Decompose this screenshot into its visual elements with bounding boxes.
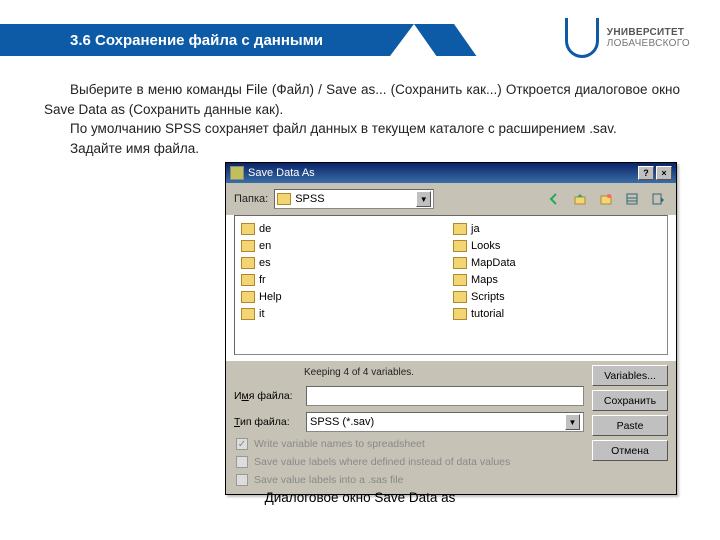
dialog-lower: Keeping 4 of 4 variables. Имя файла: Тип… <box>226 361 676 494</box>
folder-item-label: Maps <box>471 274 498 286</box>
logo-line1: УНИВЕРСИТЕТ <box>607 27 690 38</box>
header-accent-2 <box>414 24 476 56</box>
view-list-button[interactable] <box>622 189 642 209</box>
folder-item-label: en <box>259 240 271 252</box>
checkbox-3-label: Save value labels into a .sas file <box>254 474 403 486</box>
folder-item[interactable]: Looks <box>451 237 663 254</box>
checkbox-1-label: Write variable names to spreadsheet <box>254 438 425 450</box>
body-text: Выберите в меню команды File (Файл) / Sa… <box>44 80 680 158</box>
paste-button[interactable]: Paste <box>592 415 668 436</box>
slide-title: 3.6 Сохранение файла с данными <box>70 32 323 49</box>
help-button[interactable]: ? <box>638 166 654 180</box>
checkbox-row-1: ✓ Write variable names to spreadsheet <box>234 438 584 450</box>
folder-icon <box>453 240 467 252</box>
folder-icon <box>241 257 255 269</box>
save-button[interactable]: Сохранить <box>592 390 668 411</box>
app-icon <box>230 166 244 180</box>
folder-item-label: fr <box>259 274 266 286</box>
folder-icon <box>453 274 467 286</box>
file-col-right: ja Looks MapData Maps Scripts tutorial <box>451 220 663 350</box>
new-folder-button[interactable] <box>596 189 616 209</box>
folder-item-label: Scripts <box>471 291 505 303</box>
folder-item[interactable]: MapData <box>451 254 663 271</box>
checkbox-row-2: Save value labels where defined instead … <box>234 456 584 468</box>
paragraph-1: Выберите в меню команды File (Файл) / Sa… <box>44 80 680 119</box>
filename-input[interactable] <box>306 386 584 406</box>
folder-icon <box>453 308 467 320</box>
folder-icon <box>453 223 467 235</box>
up-folder-button[interactable] <box>570 189 590 209</box>
figure-caption: Диалоговое окно Save Data as <box>0 490 720 505</box>
folder-icon <box>453 257 467 269</box>
folder-item-label: ja <box>471 223 480 235</box>
folder-item-label: es <box>259 257 271 269</box>
folder-label: Папка: <box>234 193 268 205</box>
folder-item-label: MapData <box>471 257 516 269</box>
close-button[interactable]: × <box>656 166 672 180</box>
folder-value: SPSS <box>295 193 324 205</box>
folder-item-label: tutorial <box>471 308 504 320</box>
back-button[interactable] <box>544 189 564 209</box>
keeping-text: Keeping 4 of 4 variables. <box>234 365 584 380</box>
folder-item[interactable]: fr <box>239 271 451 288</box>
folder-icon <box>241 308 255 320</box>
chevron-down-icon[interactable]: ▼ <box>565 414 580 430</box>
folder-item[interactable]: ja <box>451 220 663 237</box>
folder-item[interactable]: en <box>239 237 451 254</box>
folder-toolbar: Папка: SPSS ▼ <box>226 183 676 215</box>
folder-item[interactable]: Help <box>239 288 451 305</box>
checkbox-2 <box>236 456 248 468</box>
checkbox-row-3: Save value labels into a .sas file <box>234 474 584 486</box>
dialog-title: Save Data As <box>248 167 315 179</box>
checkbox-3 <box>236 474 248 486</box>
folder-icon <box>241 274 255 286</box>
cancel-button[interactable]: Отмена <box>592 440 668 461</box>
paragraph-2: По умолчанию SPSS сохраняет файл данных … <box>44 119 680 139</box>
checkbox-2-label: Save value labels where defined instead … <box>254 456 510 468</box>
folder-combo[interactable]: SPSS ▼ <box>274 189 434 209</box>
filename-label: Имя файла: <box>234 390 300 402</box>
file-col-left: de en es fr Help it <box>239 220 451 350</box>
folder-icon <box>241 240 255 252</box>
folder-icon <box>241 291 255 303</box>
save-dialog: Save Data As ? × Папка: SPSS ▼ de en es fr H… <box>225 162 677 495</box>
folder-item[interactable]: de <box>239 220 451 237</box>
folder-item[interactable]: tutorial <box>451 305 663 322</box>
filetype-value: SPSS (*.sav) <box>310 416 374 428</box>
variables-button[interactable]: Variables... <box>592 365 668 386</box>
file-list-pane[interactable]: de en es fr Help it ja Looks MapData Maps Scripts… <box>234 215 668 355</box>
folder-item-label: it <box>259 308 265 320</box>
folder-item-label: de <box>259 223 271 235</box>
folder-icon <box>453 291 467 303</box>
view-menu-button[interactable] <box>648 189 668 209</box>
folder-item[interactable]: es <box>239 254 451 271</box>
header-accent-1 <box>390 24 414 56</box>
dialog-titlebar[interactable]: Save Data As ? × <box>226 163 676 183</box>
folder-icon <box>277 193 291 205</box>
folder-item-label: Looks <box>471 240 500 252</box>
folder-item[interactable]: Maps <box>451 271 663 288</box>
filetype-label: Тип файла: <box>234 416 300 428</box>
filetype-combo[interactable]: SPSS (*.sav) ▼ <box>306 412 584 432</box>
paragraph-3: Задайте имя файла. <box>44 139 680 159</box>
logo-u-icon <box>565 18 599 58</box>
folder-item-label: Help <box>259 291 282 303</box>
folder-icon <box>241 223 255 235</box>
folder-item[interactable]: Scripts <box>451 288 663 305</box>
folder-item[interactable]: it <box>239 305 451 322</box>
slide-title-bar: 3.6 Сохранение файла с данными <box>0 24 390 56</box>
university-logo: УНИВЕРСИТЕТ ЛОБАЧЕВСКОГО <box>565 18 690 58</box>
logo-text: УНИВЕРСИТЕТ ЛОБАЧЕВСКОГО <box>607 27 690 49</box>
checkbox-1: ✓ <box>236 438 248 450</box>
logo-line2: ЛОБАЧЕВСКОГО <box>607 38 690 49</box>
chevron-down-icon[interactable]: ▼ <box>416 191 431 207</box>
